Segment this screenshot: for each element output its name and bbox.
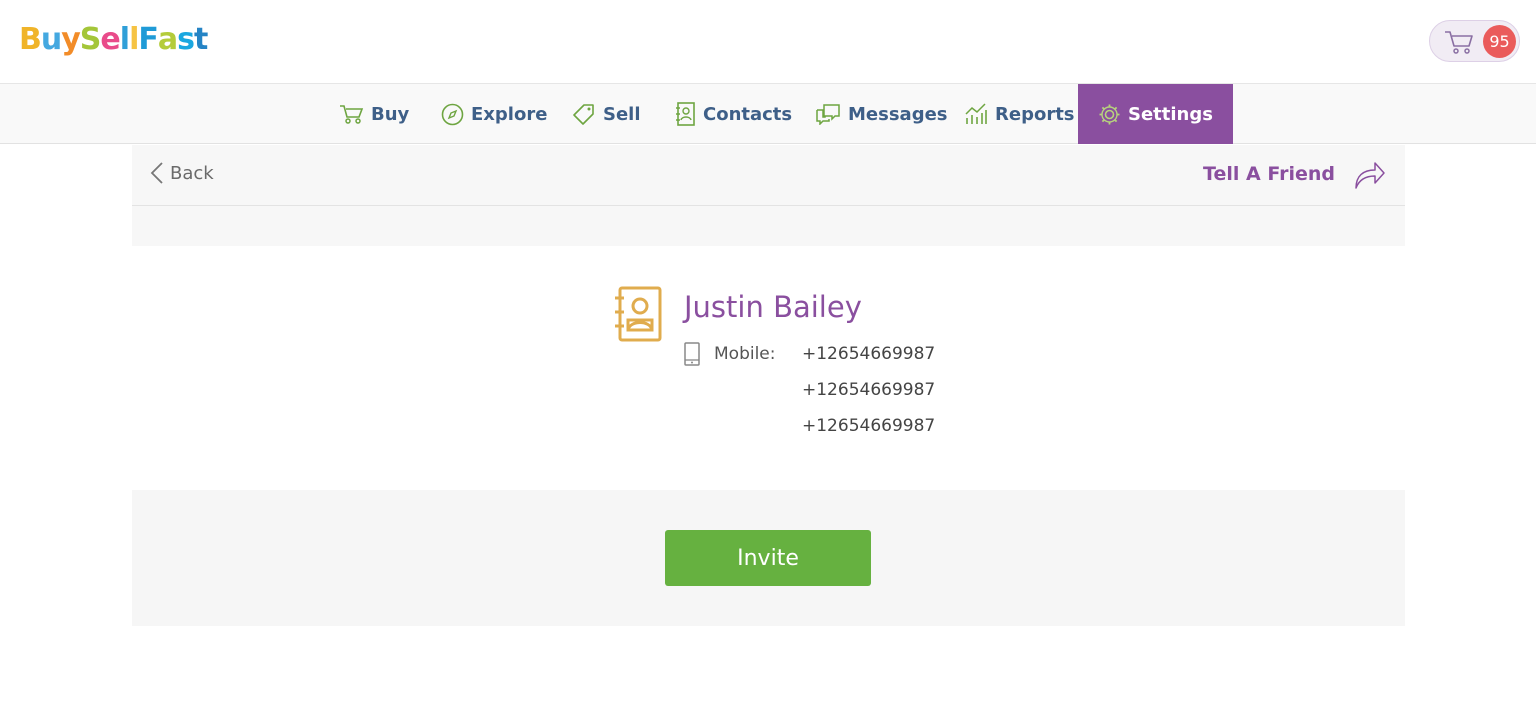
nav-label: Messages bbox=[848, 103, 948, 125]
header: BuySellFast 95 bbox=[0, 0, 1536, 84]
mobile-phone-icon bbox=[684, 342, 700, 366]
phone-number[interactable]: +12654669987 bbox=[802, 380, 935, 400]
chart-icon bbox=[965, 103, 987, 124]
nav-item-sell[interactable]: Sell bbox=[572, 84, 641, 144]
chevron-left-icon bbox=[150, 162, 163, 184]
main-nav: Buy Explore Sell Contacts Messages Repor… bbox=[0, 84, 1536, 144]
nav-item-contacts[interactable]: Contacts bbox=[675, 84, 792, 144]
back-button[interactable]: Back bbox=[150, 161, 214, 185]
brand-logo[interactable]: BuySellFast bbox=[19, 22, 208, 58]
contact-name: Justin Bailey bbox=[684, 290, 862, 324]
tag-icon bbox=[573, 104, 594, 125]
tell-a-friend-button[interactable]: Tell A Friend bbox=[1203, 158, 1387, 190]
compass-icon bbox=[441, 103, 464, 125]
back-label: Back bbox=[170, 162, 214, 184]
nav-label: Buy bbox=[371, 103, 410, 125]
nav-item-reports[interactable]: Reports bbox=[964, 84, 1075, 144]
share-arrow-icon bbox=[1355, 162, 1385, 189]
tell-a-friend-label: Tell A Friend bbox=[1203, 163, 1335, 185]
cart-count-badge: 95 bbox=[1483, 25, 1516, 58]
action-panel: Invite bbox=[132, 490, 1405, 626]
cart-button[interactable]: 95 bbox=[1429, 20, 1520, 62]
nav-item-messages[interactable]: Messages bbox=[815, 84, 948, 144]
page-toolbar: Back Tell A Friend bbox=[132, 145, 1405, 206]
invite-button[interactable]: Invite bbox=[665, 530, 871, 586]
gear-icon bbox=[1099, 104, 1120, 124]
toolbar-spacer bbox=[132, 206, 1405, 246]
nav-item-buy[interactable]: Buy bbox=[339, 84, 409, 144]
mobile-label: Mobile: bbox=[714, 344, 776, 364]
nav-label: Settings bbox=[1128, 103, 1213, 125]
contact-book-icon bbox=[615, 286, 662, 342]
phone-number[interactable]: +12654669987 bbox=[802, 416, 935, 436]
contacts-book-icon bbox=[676, 102, 695, 126]
nav-label: Contacts bbox=[703, 103, 793, 125]
nav-label: Sell bbox=[603, 103, 641, 125]
messages-icon bbox=[816, 104, 840, 125]
nav-label: Reports bbox=[995, 103, 1075, 125]
nav-label: Explore bbox=[471, 103, 548, 125]
cart-icon bbox=[340, 105, 364, 124]
nav-item-explore[interactable]: Explore bbox=[441, 84, 547, 144]
nav-item-settings[interactable]: Settings bbox=[1078, 84, 1233, 144]
cart-icon bbox=[1445, 31, 1473, 54]
phone-number[interactable]: +12654669987 bbox=[802, 344, 935, 364]
